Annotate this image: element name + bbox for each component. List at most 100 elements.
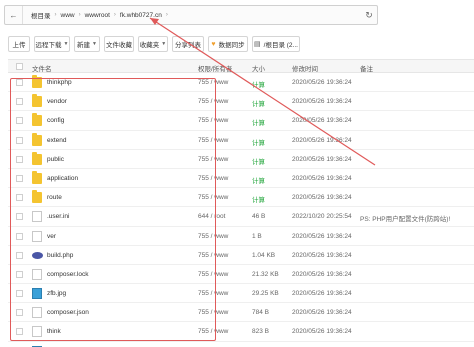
file-size[interactable]: 计算 [252,194,265,204]
table-row[interactable]: think 755 / www 823 B 2020/05/26 19:36:24 [8,322,474,342]
back-button[interactable]: ← [5,6,23,24]
file-size: 823 B [252,328,269,336]
file-permission[interactable]: 644 / root [198,213,225,220]
file-modified-time: 2020/05/26 19:36:24 [292,117,352,125]
crumb-www[interactable]: www [57,12,79,19]
row-checkbox[interactable] [16,194,23,202]
new-button[interactable]: 新建 ▼ [74,36,100,52]
file-size: 21.32 KB [252,270,279,278]
file-name[interactable]: application [47,175,78,182]
file-permission[interactable]: 755 / www [198,271,228,278]
file-icon [32,307,42,319]
file-name[interactable]: ver [47,233,56,240]
table-row[interactable]: .user.ini 644 / root 46 B 2022/10/20 20:25:… [8,207,474,227]
file-note[interactable]: PS: PHP用户配置文件(防跨站)! [360,213,450,223]
row-checkbox[interactable] [16,290,23,298]
row-checkbox[interactable] [16,251,23,259]
header-size[interactable]: 大小 [252,63,265,73]
file-name[interactable]: think [47,328,61,335]
row-checkbox[interactable] [16,232,23,240]
file-size[interactable]: 计算 [252,156,265,166]
file-name[interactable]: route [47,194,62,201]
share-list-button[interactable]: 分享列表 [172,36,204,52]
table-row[interactable]: config 755 / www 计算 2020/05/26 19:36:24 [8,111,474,131]
file-permission[interactable]: 755 / www [198,290,228,297]
address-bar[interactable]: ← 根目录 › www › wwwroot › fk.whb0727.cn › [4,5,378,25]
file-permission[interactable]: 755 / www [198,252,228,259]
file-permission[interactable]: 755 / www [198,98,228,105]
file-permission[interactable]: 755 / www [198,156,228,163]
file-modified-time: 2022/10/20 20:25:54 [292,213,352,221]
file-size[interactable]: 计算 [252,98,265,108]
data-sync-button[interactable]: ♥ 数据同步 [208,36,248,52]
file-name[interactable]: vendor [47,98,67,105]
file-name[interactable]: config [47,117,64,124]
file-name[interactable]: thinkphp [47,79,72,86]
table-row[interactable]: public 755 / www 计算 2020/05/26 19:36:24 [8,150,474,169]
table-row[interactable]: thinkphp 755 / www 计算 2020/05/26 19:36:24 [8,73,474,93]
file-permission[interactable]: 755 / www [198,79,228,86]
file-size[interactable]: 计算 [252,117,265,127]
file-size: 784 B [252,309,269,317]
table-row[interactable]: ver 755 / www 1 B 2020/05/26 19:36:24 [8,227,474,246]
row-checkbox[interactable] [16,117,23,125]
file-size[interactable]: 计算 [252,175,265,185]
remote-download-button[interactable]: 远程下载 ▼ [34,36,70,52]
row-checkbox[interactable] [16,98,23,106]
select-all-checkbox[interactable] [16,63,23,70]
upload-button[interactable]: 上传 [8,36,30,52]
table-row[interactable]: build.php 755 / www 1.04 KB 2020/05/26 19:3… [8,246,474,265]
table-row[interactable]: vendor 755 / www 计算 2020/05/26 19:36:24 [8,92,474,112]
file-permission[interactable]: 755 / www [198,309,228,316]
table-row[interactable]: composer.json 755 / www 784 B 2020/05/26 19… [8,303,474,323]
row-checkbox[interactable] [16,174,23,182]
file-name[interactable]: build.php [47,252,73,259]
file-name[interactable]: composer.json [47,309,89,316]
table-row[interactable]: wx.jpg755 / www46.10 KB2020/05/26 19:36:… [8,342,474,347]
table-row[interactable]: zfb.jpg 755 / www 29.25 KB 2020/05/26 19:36… [8,284,474,304]
file-permission[interactable]: 755 / www [198,117,228,124]
header-perm[interactable]: 权限/所有者 [198,63,232,73]
path-tab[interactable]: ▤/根目录 (2... [252,36,300,52]
row-checkbox[interactable] [16,155,23,163]
row-checkbox[interactable] [16,328,23,336]
file-permission[interactable]: 755 / www [198,328,228,335]
file-size: 29.25 KB [252,290,279,298]
refresh-icon: ↻ [365,9,373,20]
row-checkbox[interactable] [16,309,23,317]
row-checkbox[interactable] [16,270,23,278]
row-checkbox[interactable] [16,79,23,86]
file-size[interactable]: 计算 [252,137,265,147]
file-permission[interactable]: 755 / www [198,194,228,201]
file-modified-time: 2020/05/26 19:36:24 [292,232,352,240]
crumb-root[interactable]: 根目录 [27,10,55,20]
file-permission[interactable]: 755 / www [198,175,228,182]
refresh-button[interactable]: ↻ [362,8,376,22]
table-row[interactable]: extend 755 / www 计算 2020/05/26 19:36:24 [8,131,474,150]
file-icon [32,211,42,223]
table-row[interactable]: route 755 / www 计算 2020/05/26 19:36:24 [8,188,474,208]
file-favorites-button[interactable]: 文件收藏 [104,36,134,52]
table-row[interactable]: composer.lock 755 / www 21.32 KB 2020/05/26… [8,265,474,285]
file-permission[interactable]: 755 / www [198,137,228,144]
file-icon [32,268,42,280]
collect-button[interactable]: 收藏夹 ▼ [138,36,168,52]
file-permission[interactable]: 755 / www [198,233,228,240]
file-size[interactable]: 计算 [252,79,265,89]
file-modified-time: 2020/05/26 19:36:24 [292,136,352,144]
header-date[interactable]: 修改时间 [292,63,318,73]
file-name[interactable]: zfb.jpg [47,290,66,297]
file-name[interactable]: .user.ini [47,213,69,220]
file-name[interactable]: composer.lock [47,271,89,278]
crumb-wwwroot[interactable]: wwwroot [81,12,114,19]
file-name[interactable]: extend [47,137,67,144]
header-note[interactable]: 备注 [360,63,373,73]
table-row[interactable]: application 755 / www 计算 2020/05/26 19:36:2… [8,169,474,189]
row-checkbox[interactable] [16,136,23,144]
file-name[interactable]: public [47,156,64,163]
terminal-icon: ▤ [254,41,261,48]
crumb-site[interactable]: fk.whb0727.cn [116,12,166,19]
header-name[interactable]: 文件名 [32,63,52,73]
row-checkbox[interactable] [16,213,23,221]
file-modified-time: 2020/05/26 19:36:24 [292,270,352,278]
